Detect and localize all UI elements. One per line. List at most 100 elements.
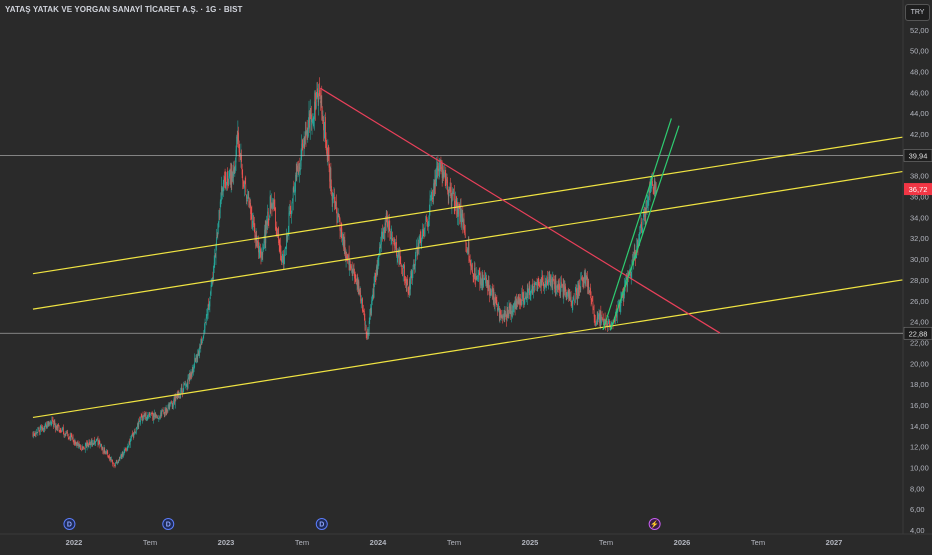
candle-body: [365, 325, 366, 326]
candle-body: [121, 454, 123, 457]
candle-body: [278, 243, 280, 246]
candle-body: [436, 166, 438, 177]
time-tick-label: 2026: [674, 538, 691, 547]
candle-body: [532, 283, 534, 294]
candle-body: [280, 252, 282, 261]
candle-body: [517, 300, 518, 304]
candle-body: [363, 310, 365, 318]
candle-body: [601, 317, 602, 324]
ascending-line-left[interactable]: [602, 118, 672, 331]
candle-body: [224, 176, 225, 181]
candle-body: [427, 223, 429, 226]
candle-body: [407, 279, 408, 286]
candle-body: [414, 266, 416, 270]
candle-body: [409, 281, 411, 290]
ascending-line-right[interactable]: [609, 125, 680, 331]
candle-body: [603, 323, 605, 325]
price-chart[interactable]: 4,00 6,00 8,00 10,00 12,00 14,00 16,00 18,00 20,…: [0, 0, 932, 550]
candle-body: [294, 190, 295, 193]
candle-body: [530, 290, 532, 296]
candle-body: [371, 297, 373, 300]
candle-body: [467, 243, 469, 253]
candle-body: [543, 283, 545, 289]
candle-body: [317, 88, 318, 97]
candle-body: [194, 357, 196, 367]
candle-body: [118, 459, 120, 463]
candle-body: [107, 452, 109, 456]
candle-body: [146, 418, 148, 420]
candle-body: [470, 261, 472, 268]
candle-body: [436, 167, 438, 169]
candle-body: [58, 424, 59, 427]
candle-body: [654, 180, 656, 194]
currency-button[interactable]: TRY: [905, 4, 930, 21]
candle-body: [242, 181, 244, 184]
candle-body: [593, 309, 594, 310]
candle-body: [325, 138, 327, 143]
candle-body: [264, 228, 266, 243]
candle-body: [235, 149, 237, 163]
candle-body: [584, 271, 586, 284]
candle-body: [332, 193, 334, 195]
candle-body: [50, 421, 52, 424]
candle-body: [502, 315, 504, 318]
candle-body: [619, 306, 621, 309]
candle-body: [218, 210, 220, 223]
candle-body: [142, 415, 143, 421]
candle-body: [233, 168, 234, 176]
candle-body: [267, 211, 269, 220]
candle-body: [297, 165, 298, 172]
candle-body: [551, 278, 553, 289]
candle-body: [95, 440, 96, 443]
candle-body: [300, 168, 301, 170]
price-tick-label: 14,00: [910, 422, 929, 431]
event-markers-layer[interactable]: D D D ⚡: [63, 518, 661, 530]
candle-body: [75, 441, 76, 444]
candle-body: [199, 346, 200, 356]
candle-body: [537, 280, 539, 284]
candle-body: [246, 199, 248, 202]
descending-line[interactable]: [319, 87, 721, 334]
candle-body: [485, 276, 487, 278]
candle-body: [534, 283, 535, 288]
candle-body: [451, 192, 453, 206]
candle-body: [79, 445, 81, 448]
candle-body: [456, 202, 458, 217]
channel-middle[interactable]: [32, 170, 903, 310]
candle-body: [288, 212, 290, 233]
drawings-layer[interactable]: [0, 87, 903, 419]
candle-body: [295, 174, 296, 193]
candle-body: [377, 259, 379, 267]
candle-body: [208, 303, 210, 306]
candle-body: [167, 407, 169, 412]
candle-body: [514, 301, 515, 307]
candle-body: [164, 408, 166, 414]
candle-body: [163, 411, 165, 413]
candle-body: [132, 434, 134, 437]
symbol-title[interactable]: YATAŞ YATAK VE YORGAN SANAYİ TİCARET A.Ş…: [5, 5, 243, 14]
candle-body: [387, 227, 389, 230]
candle-body: [217, 227, 219, 236]
candle-body: [311, 114, 312, 123]
chart-canvas[interactable]: 4,00 6,00 8,00 10,00 12,00 14,00 16,00 18,00 20,…: [0, 0, 932, 550]
price-tick-label: 50,00: [910, 47, 929, 56]
candle-body: [83, 447, 84, 448]
candle-body: [385, 222, 386, 226]
candle-body: [58, 425, 60, 431]
candle-body: [585, 276, 587, 282]
candle-body: [36, 432, 37, 434]
candle-body: [291, 210, 292, 216]
candle-body: [45, 423, 47, 424]
candle-body: [40, 425, 42, 429]
candle-body: [630, 273, 631, 276]
candle-body: [522, 291, 523, 298]
candle-body: [138, 419, 140, 427]
candle-body: [434, 179, 436, 189]
channel-lower[interactable]: [32, 279, 903, 419]
candle-body: [321, 95, 323, 115]
candle-body: [554, 277, 556, 289]
candle-body: [85, 443, 87, 446]
candle-body: [346, 256, 348, 259]
candle-body: [520, 298, 521, 306]
candle-body: [343, 238, 345, 250]
